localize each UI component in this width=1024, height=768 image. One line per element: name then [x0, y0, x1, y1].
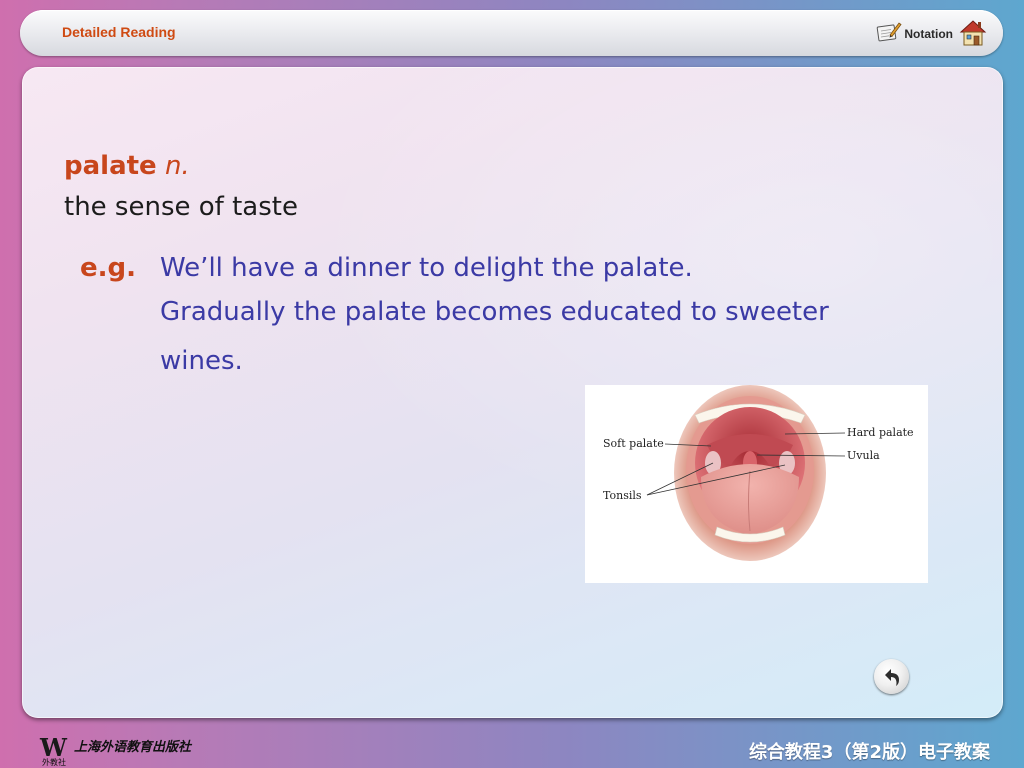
example-sentence-1: We’ll have a dinner to delight the palat…	[160, 253, 693, 283]
publisher-logo: W 上海外语教育出版社 外教社	[40, 733, 230, 767]
section-title: Detailed Reading	[62, 24, 176, 40]
home-button[interactable]	[959, 18, 987, 48]
example-sentence-2-continued: wines.	[160, 346, 243, 376]
notation-button[interactable]: Notation	[876, 22, 953, 46]
notation-icon	[876, 21, 902, 47]
label-hard-palate: Hard palate	[847, 426, 914, 439]
back-arrow-icon	[874, 669, 909, 698]
publisher-name: 上海外语教育出版社	[74, 740, 192, 755]
label-uvula: Uvula	[847, 449, 880, 462]
example-label: e.g.	[80, 253, 136, 283]
header-bar: Detailed Reading Notation	[20, 10, 1003, 56]
part-of-speech: n.	[164, 151, 190, 181]
course-title: 综合教程3（第2版）电子教案	[748, 742, 990, 763]
publisher-short-name: 外教社	[42, 758, 66, 767]
headword: palate	[64, 151, 157, 181]
definition: the sense of taste	[64, 192, 298, 222]
mouth-diagram: Soft palate Tonsils Hard palate Uvula	[585, 385, 928, 583]
notation-label: Notation	[904, 27, 953, 41]
label-tonsils: Tonsils	[603, 489, 642, 502]
example-sentence-2: Gradually the palate becomes educated to…	[160, 297, 829, 327]
headword-line: palate n.	[64, 150, 190, 182]
home-icon	[959, 20, 987, 52]
back-button[interactable]	[874, 659, 909, 694]
label-soft-palate: Soft palate	[603, 437, 664, 450]
